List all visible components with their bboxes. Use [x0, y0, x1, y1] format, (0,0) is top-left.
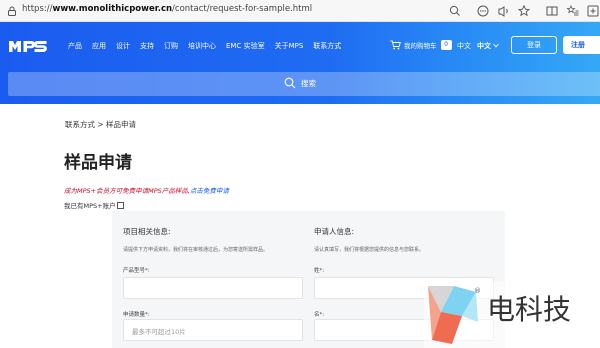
search-icon[interactable]: [284, 77, 296, 89]
more-options-icon[interactable]: [476, 4, 490, 18]
search-placeholder: 搜索: [301, 79, 316, 88]
collections-icon[interactable]: [586, 4, 600, 18]
url-scheme: https://: [22, 4, 53, 14]
nav-applications[interactable]: 应用: [92, 41, 106, 51]
free-apply-link[interactable]: 点击免费申请: [190, 187, 229, 195]
project-info-desc: 请提供下方申请资料，我们将在审核通过后，为您寄送所需样品。: [123, 247, 269, 253]
lock-icon: [8, 6, 16, 16]
read-aloud-icon[interactable]: [497, 4, 511, 18]
language-selected: 中文: [477, 42, 491, 50]
shopping-cart-icon: [390, 40, 401, 50]
cart-label: 我的购物车: [404, 42, 437, 50]
page: https://www.monolithicpower.cn/contact/r…: [0, 0, 600, 348]
watermark-text: 电科技: [487, 293, 572, 326]
registered-mark: ®: [474, 287, 481, 295]
page-title: 样品申请: [64, 153, 132, 173]
nav-emc-lab[interactable]: EMC 实验室: [226, 41, 265, 51]
mps-logo[interactable]: [8, 38, 58, 58]
last-name-label: 姓*:: [314, 268, 325, 274]
favorite-star-icon[interactable]: [517, 4, 531, 18]
main-nav: 产品 应用 设计 支持 订购 培训中心 EMC 实验室 关于MPS 联系方式: [68, 41, 351, 51]
browser-address-bar[interactable]: https://www.monolithicpower.cn/contact/r…: [0, 0, 600, 22]
existing-account-label: 我已有MPS+账户: [64, 202, 116, 210]
url-host: www.monolithicpower.cn: [52, 4, 173, 14]
nav-support[interactable]: 支持: [140, 41, 154, 51]
register-button[interactable]: 注册: [563, 36, 600, 54]
quantity-placeholder: 最多不可超过10片: [132, 328, 186, 336]
membership-notice: 成为MPS+会员方可免费申请MPS产品样品,点击免费申请: [64, 185, 229, 195]
cart-link[interactable]: 我的购物车 0: [390, 40, 452, 50]
split-screen-icon[interactable]: [545, 4, 559, 18]
applicant-info-title: 申请人信息:: [314, 227, 355, 236]
product-model-input[interactable]: [123, 277, 303, 299]
quantity-label: 申请数量*:: [123, 312, 150, 318]
nav-order[interactable]: 订购: [164, 41, 178, 51]
zoom-icon[interactable]: [448, 4, 462, 18]
project-info-title: 项目相关信息:: [123, 227, 171, 236]
nav-products[interactable]: 产品: [68, 41, 82, 51]
membership-notice-text: 成为MPS+会员方可免费申请MPS产品样品,: [64, 187, 190, 195]
nav-contact[interactable]: 联系方式: [313, 41, 341, 51]
url-path: /contact/request-for-sample.html: [172, 4, 313, 14]
cart-count-badge: 0: [440, 40, 452, 50]
language-selector[interactable]: 中文: [477, 41, 499, 51]
chevron-down-icon: [493, 43, 499, 48]
applicant-info-desc: 请认真填写，我们将根据您提供的信息与您联系。: [314, 247, 425, 253]
existing-account-option[interactable]: 我已有MPS+账户: [64, 200, 124, 210]
url-text[interactable]: https://www.monolithicpower.cn/contact/r…: [22, 4, 312, 14]
quantity-input[interactable]: 最多不可超过10片: [123, 319, 303, 341]
login-button[interactable]: 登录: [511, 36, 557, 54]
favorites-icon[interactable]: [566, 4, 580, 18]
nav-design[interactable]: 设计: [116, 41, 130, 51]
existing-account-checkbox[interactable]: [116, 201, 124, 209]
nav-about[interactable]: 关于MPS: [275, 41, 304, 51]
mps-logo-mark: [9, 41, 47, 52]
language-option[interactable]: 中文: [457, 41, 471, 51]
product-model-label: 产品型号*:: [123, 268, 150, 274]
breadcrumb[interactable]: 联系方式 > 样品申请: [65, 119, 136, 130]
first-name-label: 名*:: [314, 312, 325, 318]
nav-training[interactable]: 培训中心: [188, 41, 216, 51]
